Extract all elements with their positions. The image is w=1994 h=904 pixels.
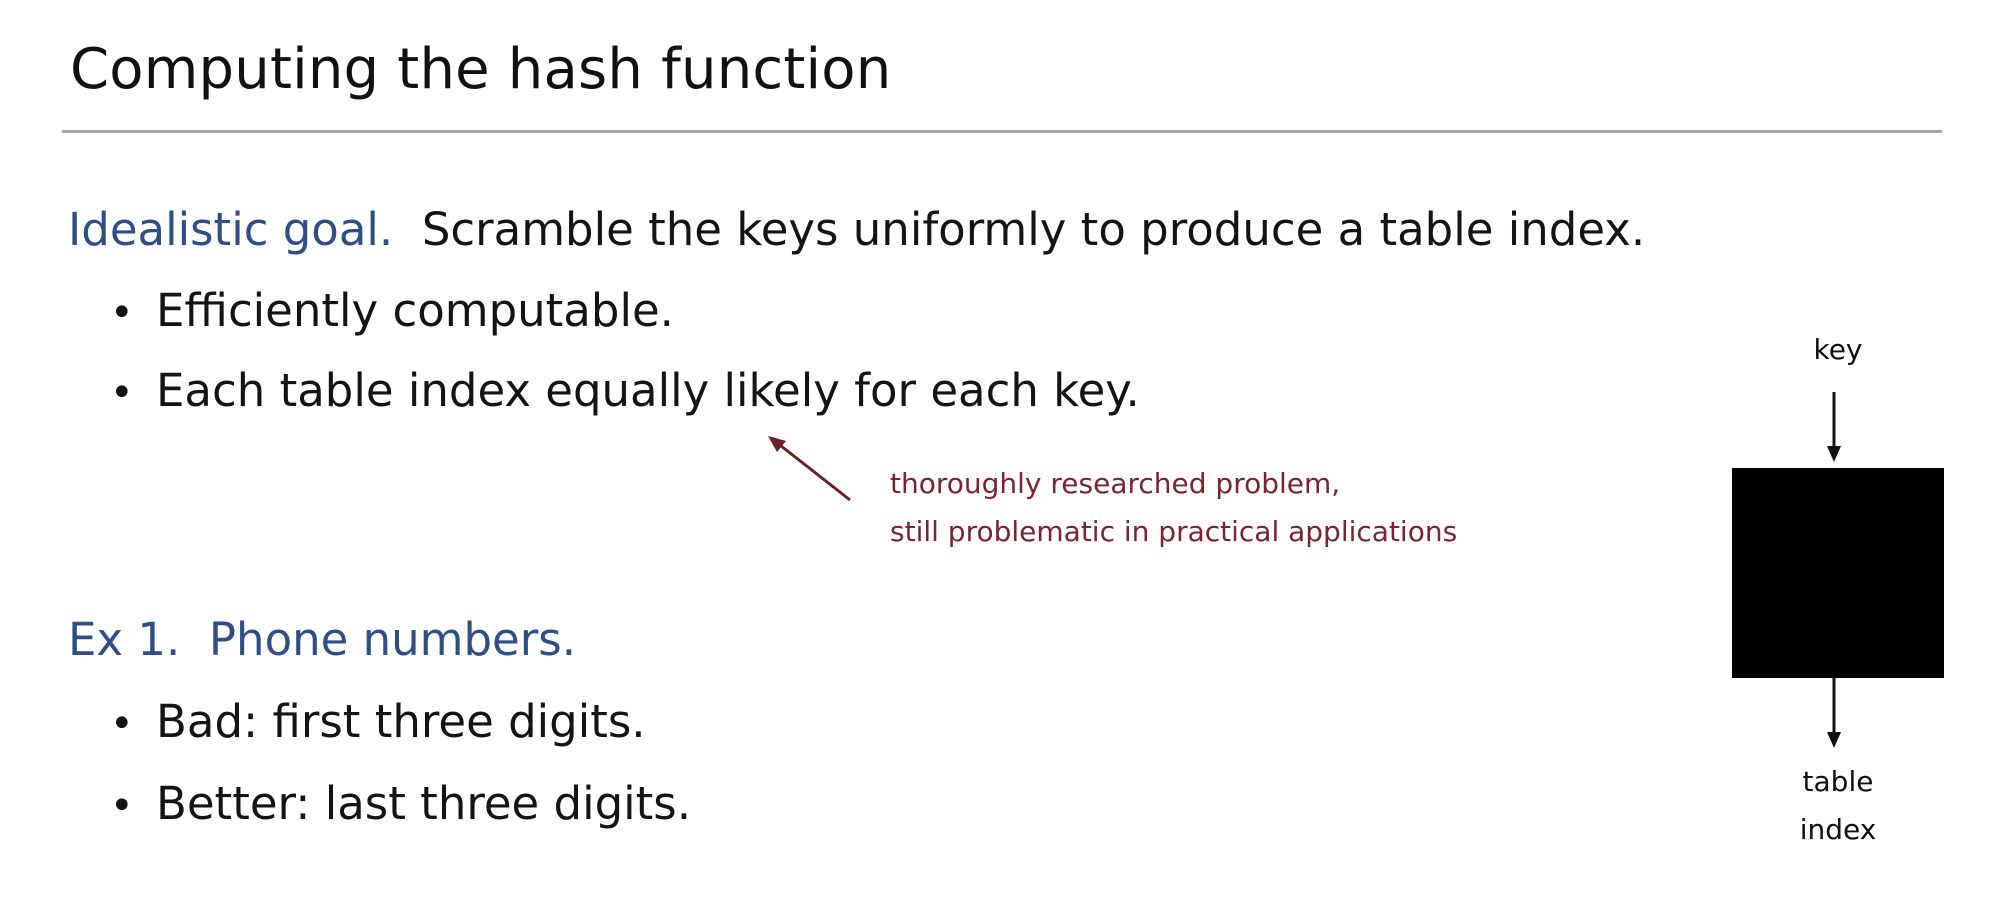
diagram-arrows xyxy=(768,392,1841,748)
index-output-arrow xyxy=(1827,678,1841,748)
key-input-arrow xyxy=(1827,392,1841,462)
annotation-arrow xyxy=(768,436,851,502)
